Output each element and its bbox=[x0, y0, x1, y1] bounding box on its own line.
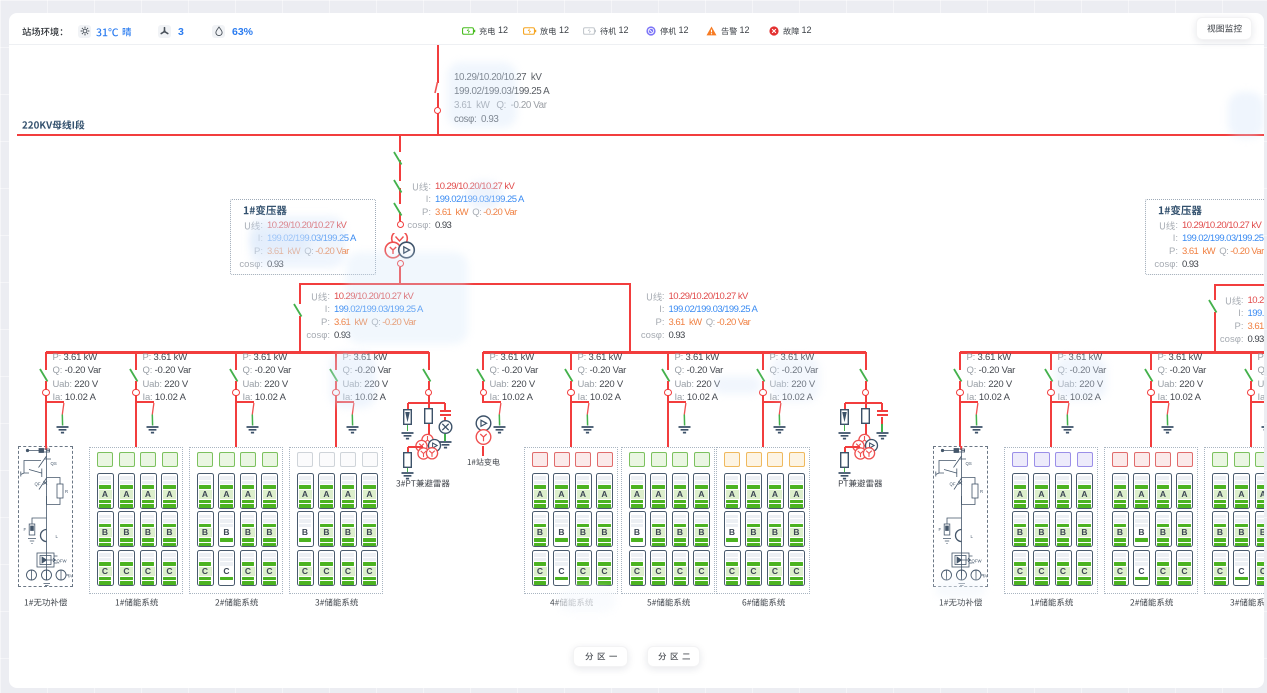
svg-text:QF: QF bbox=[35, 482, 41, 487]
svg-text:TA: TA bbox=[67, 574, 72, 579]
svg-text:QFW: QFW bbox=[57, 559, 68, 564]
svg-text:QF: QF bbox=[950, 482, 956, 487]
svg-text:R: R bbox=[65, 489, 68, 494]
svg-text:L: L bbox=[56, 534, 59, 539]
svg-text:QFW: QFW bbox=[972, 559, 983, 564]
svg-text:F: F bbox=[939, 527, 942, 532]
svg-text:TA: TA bbox=[982, 574, 987, 579]
svg-text:L: L bbox=[971, 534, 974, 539]
svg-text:F: F bbox=[24, 527, 27, 532]
svg-text:R: R bbox=[980, 489, 983, 494]
svg-text:QS: QS bbox=[966, 461, 972, 466]
svg-text:QS: QS bbox=[51, 461, 57, 466]
